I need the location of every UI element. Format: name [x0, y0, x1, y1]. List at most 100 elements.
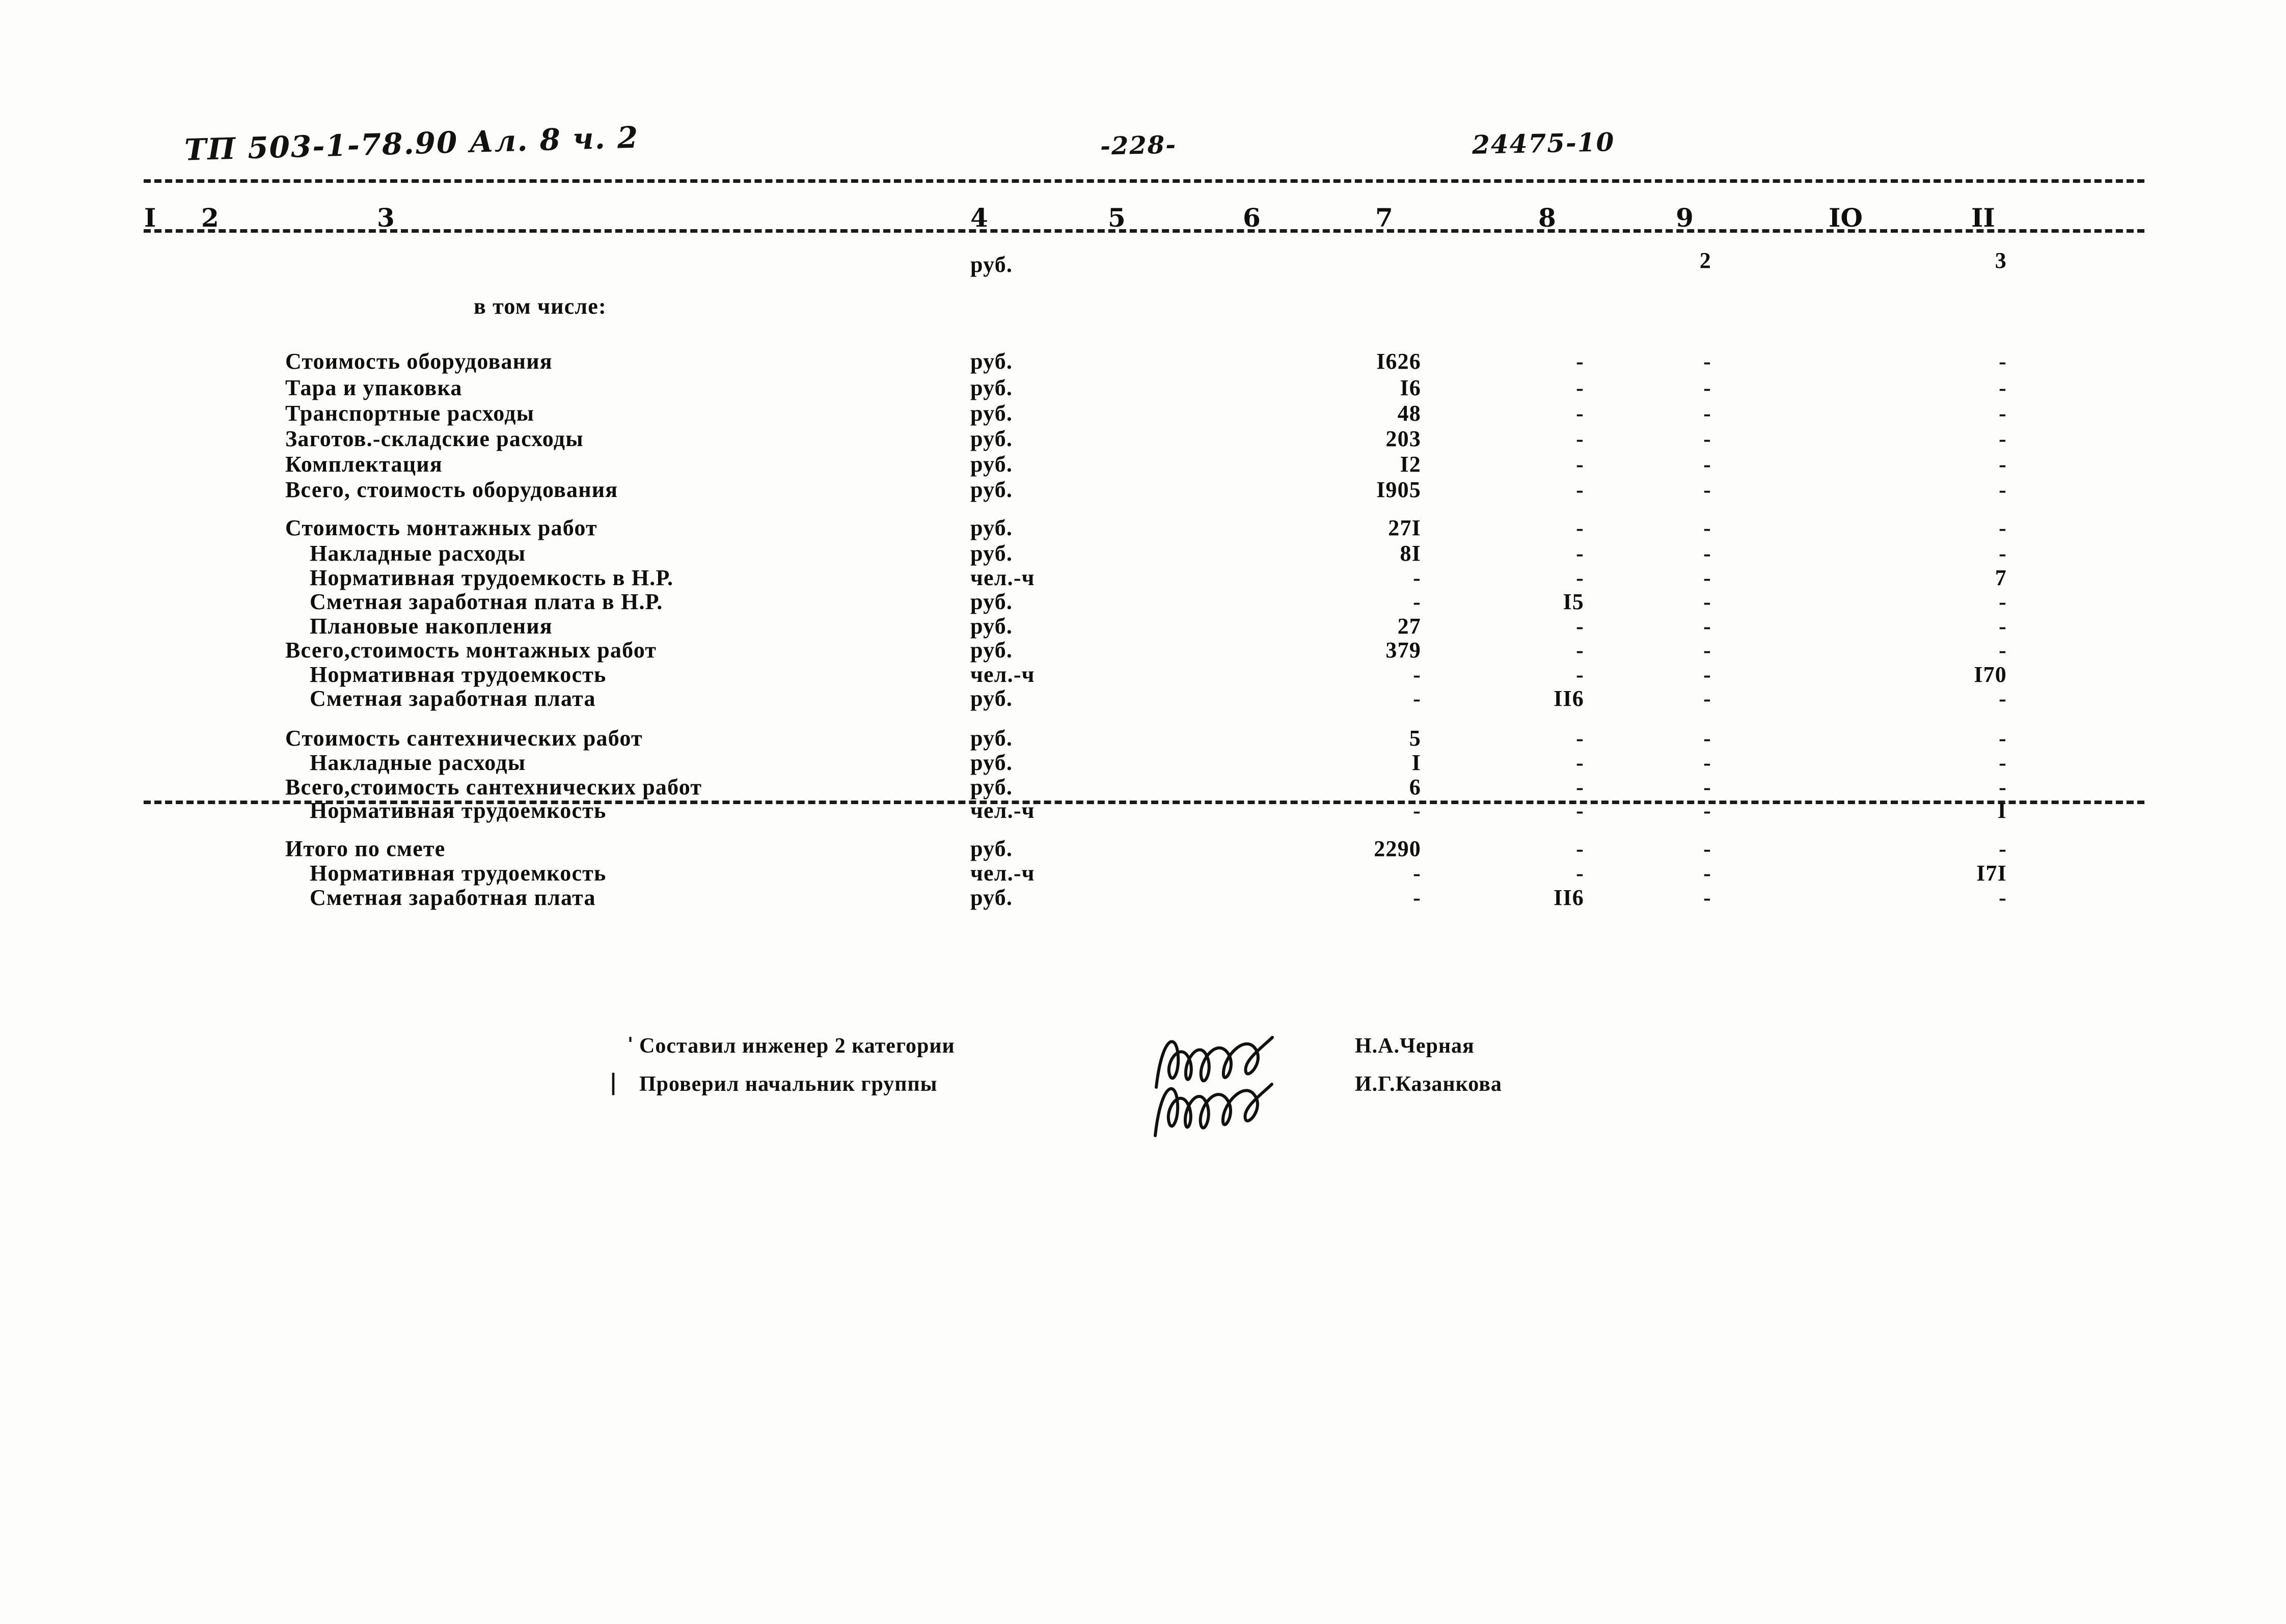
- row-col11-value: I70: [1974, 662, 2007, 687]
- row-label: Накладные расходы: [310, 541, 526, 566]
- row-col7-value: 203: [1385, 426, 1421, 451]
- row-col9-value: -: [1703, 589, 1711, 614]
- row-unit: руб.: [970, 750, 1013, 775]
- signature-role: Проверил начальник группы: [639, 1072, 938, 1096]
- row-col8-value: -: [1576, 452, 1584, 477]
- row-col7-value: 48: [1397, 401, 1421, 426]
- row-col8-value: I5: [1563, 589, 1584, 614]
- row-label: Транспортные расходы: [285, 401, 535, 426]
- row-col7-value: 5: [1409, 726, 1421, 751]
- row-col9-value: -: [1703, 861, 1711, 886]
- row-label: Сметная заработная плата в Н.Р.: [310, 589, 663, 614]
- row-col9-value: -: [1703, 452, 1711, 477]
- row-unit: руб.: [970, 726, 1013, 751]
- row-col9-value: -: [1703, 798, 1711, 823]
- signature-role: Составил инженер 2 категории: [639, 1034, 955, 1058]
- row-label: Нормативная трудоемкость: [310, 662, 607, 687]
- row-unit: руб.: [970, 686, 1013, 711]
- row-col11-value: -: [1999, 515, 2007, 540]
- row-unit: руб.: [970, 426, 1013, 451]
- row-col11-value: -: [1999, 885, 2007, 910]
- row-unit: руб.: [970, 589, 1013, 614]
- row-col9-value: -: [1703, 375, 1711, 400]
- row-col7-value: 8I: [1400, 541, 1421, 566]
- row-col7-value: I905: [1376, 477, 1421, 502]
- column-number: 3: [377, 203, 395, 233]
- row-col11-value: -: [1999, 836, 2007, 861]
- row-col11-value: -: [1999, 452, 2007, 477]
- row-col11-value: -: [1999, 401, 2007, 426]
- row-col7-value: 27: [1397, 614, 1421, 639]
- row-col7-value: 2290: [1374, 836, 1421, 861]
- row-col11-value: -: [1999, 541, 2007, 566]
- row-col8-value: -: [1576, 477, 1584, 502]
- row-col11-value: -: [1999, 426, 2007, 451]
- row-unit: руб.: [970, 775, 1013, 800]
- row-unit: чел.-ч: [970, 798, 1035, 823]
- row-unit: чел.-ч: [970, 565, 1035, 590]
- row-col8-value: II6: [1554, 686, 1584, 711]
- row-col7-value: 6: [1409, 775, 1421, 800]
- header-col11-value: 3: [1995, 248, 2007, 273]
- row-unit: руб.: [970, 477, 1013, 502]
- row-col9-value: -: [1703, 662, 1711, 687]
- margin-tick-1: ': [628, 1034, 634, 1055]
- signature-name: И.Г.Казанкова: [1355, 1072, 1502, 1096]
- handwritten-signature-2: [1154, 1083, 1273, 1137]
- row-col11-value: -: [1999, 477, 2007, 502]
- row-unit: руб.: [970, 401, 1013, 426]
- row-label: Сметная заработная плата: [310, 885, 596, 910]
- section-caption: в том числе:: [474, 294, 607, 319]
- row-col11-value: -: [1999, 589, 2007, 614]
- row-unit: руб.: [970, 452, 1013, 477]
- row-col8-value: -: [1576, 638, 1584, 663]
- signature-name: Н.А.Черная: [1355, 1034, 1475, 1058]
- row-unit: руб.: [970, 638, 1013, 663]
- row-col9-value: -: [1703, 401, 1711, 426]
- row-unit: руб.: [970, 614, 1013, 639]
- column-number: 7: [1375, 203, 1393, 233]
- row-unit: руб.: [970, 349, 1013, 374]
- row-col9-value: -: [1703, 775, 1711, 800]
- row-col11-value: I7I: [1976, 861, 2007, 886]
- row-col11-value: I: [1997, 798, 2007, 823]
- row-label: Сметная заработная плата: [310, 686, 596, 711]
- row-col8-value: -: [1576, 614, 1584, 639]
- header-unit: руб.: [970, 252, 1013, 277]
- row-col11-value: -: [1999, 638, 2007, 663]
- row-unit: чел.-ч: [970, 861, 1035, 886]
- row-col11-value: -: [1999, 686, 2007, 711]
- row-col8-value: -: [1576, 349, 1584, 374]
- row-col9-value: -: [1703, 515, 1711, 540]
- row-col8-value: -: [1576, 662, 1584, 687]
- row-label: Стоимость оборудования: [285, 349, 553, 374]
- row-col9-value: -: [1703, 541, 1711, 566]
- row-label: Плановые накопления: [310, 614, 553, 639]
- row-col8-value: -: [1576, 798, 1584, 823]
- row-col8-value: II6: [1554, 885, 1584, 910]
- row-label: Тара и упаковка: [285, 375, 462, 400]
- margin-tick-2: |: [609, 1069, 618, 1095]
- row-col7-value: 379: [1385, 638, 1421, 663]
- row-label: Заготов.-складские расходы: [285, 426, 584, 451]
- row-col11-value: 7: [1995, 565, 2007, 590]
- row-col11-value: -: [1999, 750, 2007, 775]
- row-col8-value: -: [1576, 401, 1584, 426]
- row-col11-value: -: [1999, 375, 2007, 400]
- column-number: 8: [1538, 203, 1556, 233]
- row-col9-value: -: [1703, 349, 1711, 374]
- document-number: 24475-10: [1472, 127, 1615, 160]
- row-col8-value: -: [1576, 515, 1584, 540]
- row-col7-value: -: [1413, 565, 1421, 590]
- row-col8-value: -: [1576, 836, 1584, 861]
- row-col11-value: -: [1999, 614, 2007, 639]
- row-col9-value: -: [1703, 726, 1711, 751]
- row-col7-value: 27I: [1388, 515, 1421, 540]
- row-label: Всего, стоимость оборудования: [285, 477, 618, 502]
- column-number: I: [144, 203, 156, 233]
- row-col7-value: -: [1413, 589, 1421, 614]
- row-unit: чел.-ч: [970, 662, 1035, 687]
- row-label: Стоимость монтажных работ: [285, 515, 597, 540]
- row-col9-value: -: [1703, 885, 1711, 910]
- column-number: 4: [970, 203, 988, 233]
